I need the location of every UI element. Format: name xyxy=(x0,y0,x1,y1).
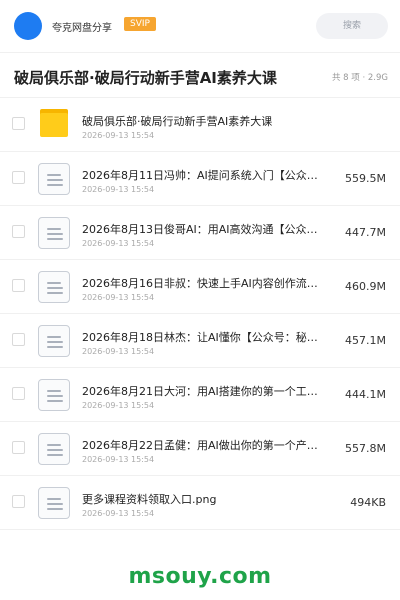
folder-icon xyxy=(38,109,70,141)
file-name: 2026年8月18日林杰：让AI懂你【公众号：秘知… xyxy=(82,331,322,344)
list-item[interactable]: 2026年8月21日大河：用AI搭建你的第一个工作… 2026-09-13 15… xyxy=(0,368,400,422)
row-checkbox[interactable] xyxy=(12,225,25,238)
file-list: 破局俱乐部·破局行动新手营AI素养大课 2026-09-13 15:54 202… xyxy=(0,98,400,530)
file-date: 2026-09-13 15:54 xyxy=(82,293,155,302)
list-item[interactable]: 破局俱乐部·破局行动新手营AI素养大课 2026-09-13 15:54 xyxy=(0,98,400,152)
file-size: 447.7M xyxy=(345,226,386,239)
file-name: 2026年8月22日孟健：用AI做出你的第一个产品… xyxy=(82,439,322,452)
file-date: 2026-09-13 15:54 xyxy=(82,131,155,140)
file-size: 460.9M xyxy=(345,280,386,293)
top-bar: 夸克网盘分享 SVIP 搜索 xyxy=(0,0,400,52)
watermark-text: msouy.com xyxy=(128,564,272,589)
file-size: 457.1M xyxy=(345,334,386,347)
file-date: 2026-09-13 15:54 xyxy=(82,401,155,410)
file-date: 2026-09-13 15:54 xyxy=(82,239,155,248)
file-name: 2026年8月21日大河：用AI搭建你的第一个工作… xyxy=(82,385,322,398)
list-item[interactable]: 2026年8月16日非叔：快速上手AI内容创作流程… 2026-09-13 15… xyxy=(0,260,400,314)
list-item[interactable]: 2026年8月18日林杰：让AI懂你【公众号：秘知… 2026-09-13 15… xyxy=(0,314,400,368)
file-date: 2026-09-13 15:54 xyxy=(82,185,155,194)
row-checkbox[interactable] xyxy=(12,117,25,130)
document-icon xyxy=(38,217,70,249)
file-name: 更多课程资料领取入口.png xyxy=(82,493,217,506)
item-count: 共 8 项 · 2.9G xyxy=(331,73,388,83)
row-checkbox[interactable] xyxy=(12,171,25,184)
file-size: 557.8M xyxy=(345,442,386,455)
svip-badge: SVIP xyxy=(124,17,156,31)
document-icon xyxy=(38,379,70,411)
list-item[interactable]: 2026年8月11日冯帅：AI提问系统入门【公众号… 2026-09-13 15… xyxy=(0,152,400,206)
document-icon xyxy=(38,271,70,303)
list-item[interactable]: 2026年8月13日俊哥AI：用AI高效沟通【公众… 2026-09-13 15… xyxy=(0,206,400,260)
document-icon xyxy=(38,433,70,465)
file-name: 2026年8月11日冯帅：AI提问系统入门【公众号… xyxy=(82,169,322,182)
list-item[interactable]: 2026年8月22日孟健：用AI做出你的第一个产品… 2026-09-13 15… xyxy=(0,422,400,476)
row-checkbox[interactable] xyxy=(12,387,25,400)
file-date: 2026-09-13 15:54 xyxy=(82,509,155,518)
file-size: 559.5M xyxy=(345,172,386,185)
page-title: 破局俱乐部·破局行动新手营AI素养大课 xyxy=(14,69,277,87)
row-checkbox[interactable] xyxy=(12,333,25,346)
row-checkbox[interactable] xyxy=(12,441,25,454)
app-name: 夸克网盘分享 xyxy=(52,23,112,34)
file-date: 2026-09-13 15:54 xyxy=(82,347,155,356)
row-checkbox[interactable] xyxy=(12,279,25,292)
avatar[interactable] xyxy=(14,12,42,40)
document-icon xyxy=(38,325,70,357)
search-input[interactable]: 搜索 xyxy=(316,13,388,39)
document-icon xyxy=(38,487,70,519)
file-size: 444.1M xyxy=(345,388,386,401)
list-item[interactable]: 更多课程资料领取入口.png 2026-09-13 15:54 494KB xyxy=(0,476,400,530)
row-checkbox[interactable] xyxy=(12,495,25,508)
file-name: 2026年8月13日俊哥AI：用AI高效沟通【公众… xyxy=(82,223,318,236)
title-bar: 破局俱乐部·破局行动新手营AI素养大课 共 8 项 · 2.9G xyxy=(0,52,400,98)
file-date: 2026-09-13 15:54 xyxy=(82,455,155,464)
file-name: 破局俱乐部·破局行动新手营AI素养大课 xyxy=(82,115,273,128)
document-icon xyxy=(38,163,70,195)
file-size: 494KB xyxy=(350,496,386,509)
file-name: 2026年8月16日非叔：快速上手AI内容创作流程… xyxy=(82,277,322,290)
